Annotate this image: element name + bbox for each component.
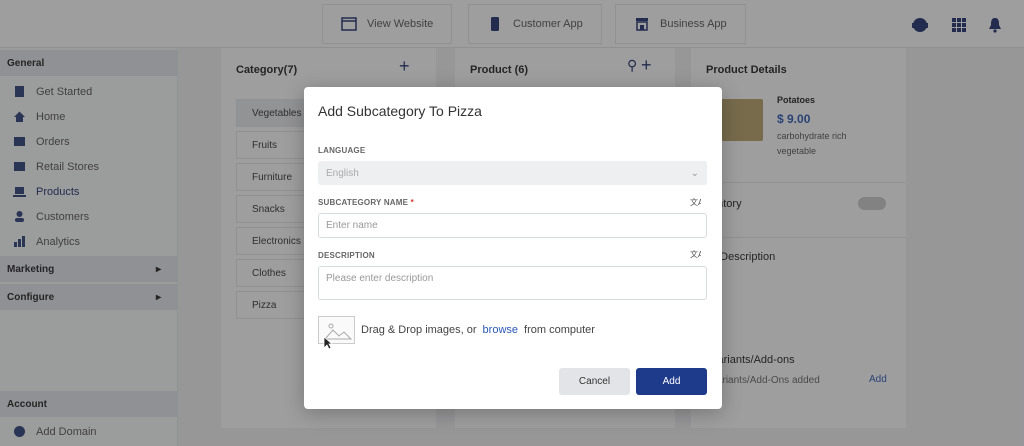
cancel-button-label: Cancel	[578, 376, 611, 387]
browse-link[interactable]: browse	[483, 324, 518, 336]
svg-text:文A: 文A	[690, 249, 701, 259]
drop-suffix-text: from computer	[524, 324, 595, 336]
subcategory-name-label-text: SUBCATEGORY NAME	[318, 198, 409, 207]
translate-icon[interactable]: 文A	[690, 249, 701, 260]
subcategory-name-label: SUBCATEGORY NAME *	[318, 198, 414, 207]
svg-text:文A: 文A	[690, 197, 701, 207]
chevron-down-icon: ⌄	[690, 167, 699, 179]
add-subcategory-modal: Add Subcategory To Pizza LANGUAGE Englis…	[304, 87, 722, 409]
add-button[interactable]: Add	[636, 368, 707, 395]
language-label: LANGUAGE	[318, 146, 366, 155]
modal-title: Add Subcategory To Pizza	[318, 103, 482, 119]
description-label: DESCRIPTION	[318, 251, 375, 260]
drop-prefix-text: Drag & Drop images, or	[361, 324, 477, 336]
required-marker: *	[410, 198, 414, 207]
mouse-cursor-icon	[323, 336, 333, 350]
subcategory-name-placeholder: Enter name	[326, 220, 378, 231]
language-select[interactable]: English ⌄	[318, 161, 707, 185]
subcategory-name-input[interactable]: Enter name	[318, 213, 707, 238]
cancel-button[interactable]: Cancel	[559, 368, 630, 395]
add-button-label: Add	[662, 376, 681, 387]
description-textarea[interactable]: Please enter description	[318, 266, 707, 300]
description-placeholder: Please enter description	[326, 273, 434, 284]
language-select-value: English	[326, 167, 359, 179]
translate-icon[interactable]: 文A	[690, 197, 701, 208]
image-drop-zone[interactable]: Drag & Drop images, or browse from compu…	[318, 316, 595, 344]
